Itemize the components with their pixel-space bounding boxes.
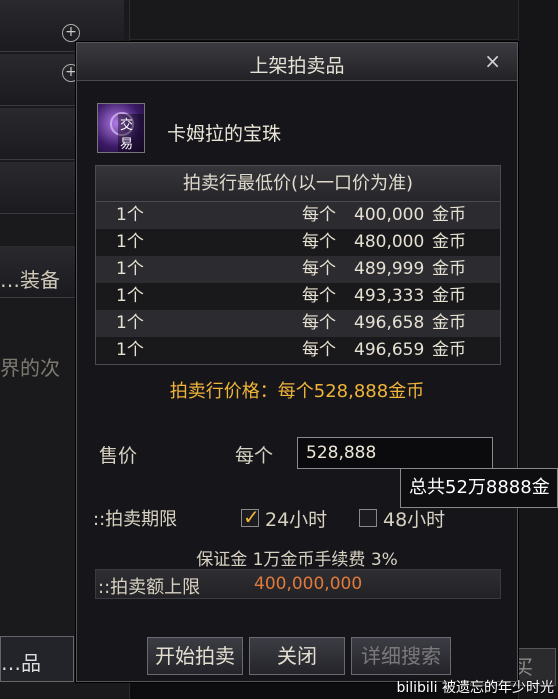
price-row: 1个 每个 493,333 金币 bbox=[96, 283, 500, 310]
market-price-text: 拍卖行价格：每个528,888金币 bbox=[169, 381, 425, 402]
auction-limit-label: ::拍卖额上限 bbox=[98, 577, 201, 598]
row-qty: 1个 bbox=[116, 313, 144, 333]
close-icon[interactable]: × bbox=[484, 49, 501, 73]
row-currency: 金币 bbox=[432, 232, 466, 252]
row-price: 496,658 bbox=[354, 313, 425, 333]
row-currency: 金币 bbox=[432, 205, 466, 225]
row-qty: 1个 bbox=[116, 340, 144, 360]
bg-tab-button[interactable]: …品 bbox=[0, 636, 74, 682]
duration-label: ::拍卖期限 bbox=[93, 509, 178, 530]
item-name: 卡姆拉的宝珠 bbox=[167, 123, 282, 145]
row-qty: 1个 bbox=[116, 232, 144, 252]
close-button[interactable]: 关闭 bbox=[249, 637, 345, 675]
expand-plus-icon[interactable]: + bbox=[62, 24, 80, 42]
per-unit-label: 每个 bbox=[235, 445, 274, 467]
lowest-price-table: 拍卖行最低价(以一口价为准) 1个 每个 400,000 金币 1个 每个 48… bbox=[95, 165, 501, 365]
bg-faded-text: 界的次 bbox=[0, 356, 60, 380]
auction-limit-bar: ::拍卖额上限 400,000,000 bbox=[95, 569, 501, 599]
row-price: 480,000 bbox=[354, 232, 425, 252]
auction-limit-value: 400,000,000 bbox=[254, 574, 363, 594]
background-top-strip bbox=[130, 0, 518, 40]
row-qty: 1个 bbox=[116, 205, 144, 225]
row-each: 每个 bbox=[302, 340, 336, 360]
background-right-panel bbox=[518, 0, 558, 699]
start-auction-button[interactable]: 开始拍卖 bbox=[147, 637, 243, 675]
row-each: 每个 bbox=[302, 259, 336, 279]
dialog-title: 上架拍卖品 bbox=[249, 55, 345, 77]
row-qty: 1个 bbox=[116, 286, 144, 306]
row-qty: 1个 bbox=[116, 259, 144, 279]
row-each: 每个 bbox=[302, 286, 336, 306]
price-row: 1个 每个 489,999 金币 bbox=[96, 256, 500, 283]
row-currency: 金币 bbox=[432, 259, 466, 279]
row-currency: 金币 bbox=[432, 340, 466, 360]
trade-tag: 交易 bbox=[118, 114, 144, 152]
price-row: 1个 每个 400,000 金币 bbox=[96, 202, 500, 229]
duration-48h-checkbox[interactable] bbox=[359, 509, 377, 527]
total-price-tooltip: 总共52万8888金 bbox=[400, 468, 558, 508]
bg-category-label: …装备 bbox=[0, 268, 60, 292]
row-currency: 金币 bbox=[432, 313, 466, 333]
price-row: 1个 每个 480,000 金币 bbox=[96, 229, 500, 256]
price-rows: 1个 每个 400,000 金币 1个 每个 480,000 金币 1个 每个 … bbox=[96, 202, 500, 364]
deposit-fee-text: 保证金 1万金币手续费 3% bbox=[196, 550, 398, 570]
price-row: 1个 每个 496,659 金币 bbox=[96, 337, 500, 364]
row-price: 489,999 bbox=[354, 259, 425, 279]
sell-price-input[interactable] bbox=[297, 437, 493, 469]
row-price: 496,659 bbox=[354, 340, 425, 360]
row-price: 400,000 bbox=[354, 205, 425, 225]
price-row: 1个 每个 496,658 金币 bbox=[96, 310, 500, 337]
row-price: 493,333 bbox=[354, 286, 425, 306]
list-auction-dialog: 上架拍卖品 × 交易 卡姆拉的宝珠 拍卖行最低价(以一口价为准) 1个 每个 4… bbox=[76, 42, 518, 682]
duration-24h-label[interactable]: 24小时 bbox=[265, 505, 327, 532]
detailed-search-button[interactable]: 详细搜索 bbox=[351, 637, 451, 675]
sell-price-label: 售价 bbox=[99, 445, 138, 467]
item-orb-icon[interactable]: 交易 bbox=[97, 103, 145, 153]
row-each: 每个 bbox=[302, 205, 336, 225]
row-each: 每个 bbox=[302, 313, 336, 333]
row-each: 每个 bbox=[302, 232, 336, 252]
duration-48h-label[interactable]: 48小时 bbox=[383, 505, 445, 532]
duration-24h-checkbox[interactable] bbox=[241, 505, 260, 529]
row-currency: 金币 bbox=[432, 286, 466, 306]
price-table-header: 拍卖行最低价(以一口价为准) bbox=[96, 166, 500, 202]
watermark: bilibili 被遗忘的年少时光 bbox=[396, 680, 554, 696]
dialog-titlebar[interactable]: 上架拍卖品 × bbox=[77, 43, 517, 81]
